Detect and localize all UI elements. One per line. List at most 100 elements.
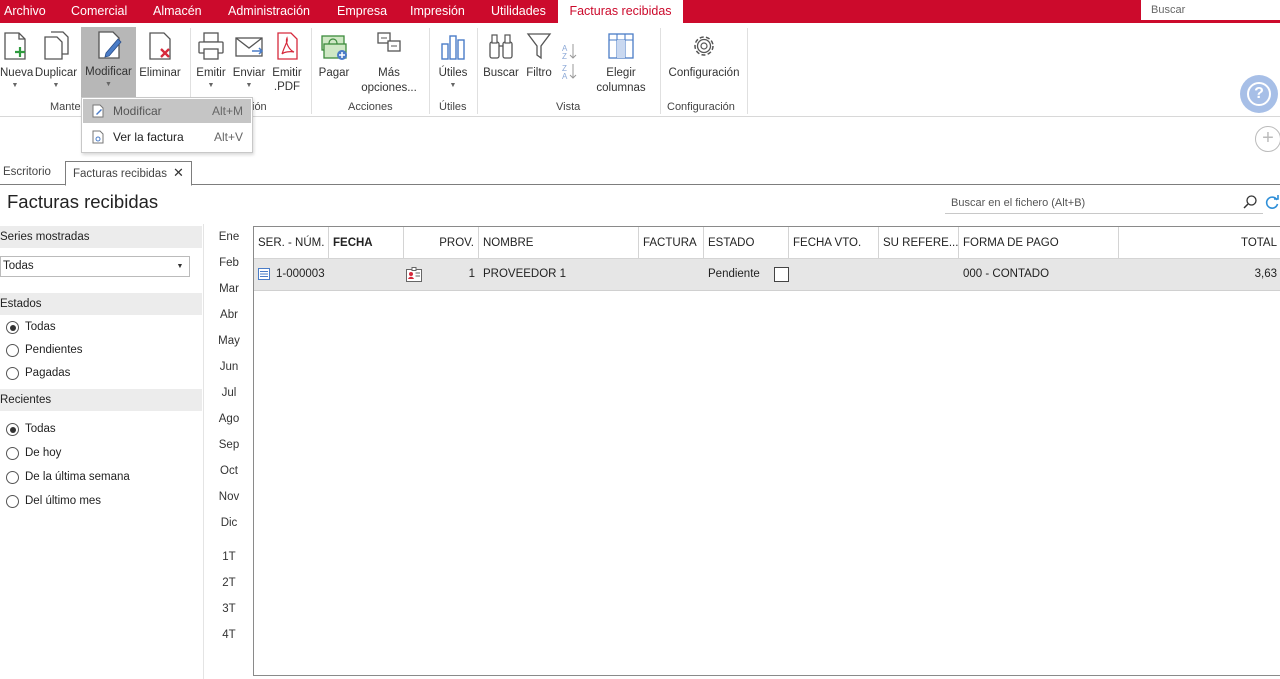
ribbon-separator	[660, 28, 661, 114]
pagar-label: Pagar	[318, 67, 350, 79]
month-jun[interactable]: Jun	[204, 361, 254, 373]
mas-opciones-label: Más opciones...	[355, 66, 423, 96]
table-row[interactable]: 1-000003 1 PROVEEDOR 1 Pendiente 000 - C…	[254, 259, 1280, 291]
radio-circle	[6, 367, 19, 380]
refresh-icon[interactable]	[1264, 194, 1280, 210]
mas-opciones-button[interactable]: Más opciones...	[355, 28, 423, 94]
cell-total: 3,63	[1254, 268, 1277, 280]
month-abr[interactable]: Abr	[204, 309, 254, 321]
column-header-fecha[interactable]: FECHA	[329, 227, 404, 259]
estados-header: Estados	[0, 293, 202, 315]
month-ago[interactable]: Ago	[204, 413, 254, 425]
month-nov[interactable]: Nov	[204, 491, 254, 503]
month-feb[interactable]: Feb	[204, 257, 254, 269]
column-header-su-ref[interactable]: SU REFERE...	[879, 227, 959, 259]
columns-icon	[608, 33, 634, 59]
money-icon	[321, 35, 347, 60]
elegir-columnas-button[interactable]: Elegir columnas	[588, 28, 654, 94]
group-acciones-label: Acciones	[348, 101, 393, 113]
month-oct[interactable]: Oct	[204, 465, 254, 477]
configuracion-label: Configuración	[668, 67, 740, 79]
menu-facturas-recibidas[interactable]: Facturas recibidas	[558, 0, 683, 23]
filtro-button[interactable]: Filtro	[522, 28, 556, 94]
column-header-forma-pago[interactable]: FORMA DE PAGO	[959, 227, 1119, 259]
buscar-button[interactable]: Buscar	[482, 28, 520, 94]
list-icon	[258, 268, 270, 280]
quarter-4t[interactable]: 4T	[204, 629, 254, 641]
modificar-button[interactable]: Modificar ▼	[81, 27, 136, 97]
month-may[interactable]: May	[204, 335, 254, 347]
column-header-prov[interactable]: PROV.	[404, 227, 479, 259]
enviar-button[interactable]: Enviar ▼	[231, 28, 267, 94]
group-emision-label: ión	[252, 101, 267, 113]
enviar-label: Enviar	[232, 67, 266, 79]
elegir-columnas-label: Elegir columnas	[588, 66, 654, 96]
menu-archivo[interactable]: Archivo	[4, 0, 46, 23]
menu-item-shortcut: Alt+M	[211, 104, 243, 118]
utiles-button[interactable]: Útiles ▼	[435, 28, 471, 94]
radio-label: De la última semana	[25, 471, 130, 483]
month-dic[interactable]: Dic	[204, 517, 254, 529]
menu-empresa[interactable]: Empresa	[337, 0, 387, 23]
pagar-button[interactable]: Pagar	[316, 28, 352, 94]
nueva-button[interactable]: Nueva ▼	[0, 28, 34, 94]
menu-administracion[interactable]: Administración	[228, 0, 310, 23]
invoices-grid: SER. - NÚM. FECHA PROV. NOMBRE FACTURA E…	[253, 226, 1280, 676]
menu-almacen[interactable]: Almacén	[153, 0, 202, 23]
search-icon[interactable]	[1242, 194, 1258, 210]
menu-item-ver-factura[interactable]: Ver la factura Alt+V	[83, 125, 251, 149]
column-header-total[interactable]: TOTAL	[1119, 227, 1280, 259]
month-filter: Ene Feb Mar Abr May Jun Jul Ago Sep Oct …	[203, 224, 253, 679]
menu-utilidades[interactable]: Utilidades	[491, 0, 546, 23]
cell-estado: Pendiente	[708, 268, 760, 280]
series-select[interactable]: Todas ▼	[0, 256, 190, 277]
group-vista-label: Vista	[556, 101, 581, 113]
printer-icon	[198, 32, 224, 60]
column-header-nombre[interactable]: NOMBRE	[479, 227, 639, 259]
column-header-estado[interactable]: ESTADO	[704, 227, 789, 259]
ribbon-separator	[429, 28, 430, 114]
new-document-icon	[4, 32, 26, 60]
add-tab-button[interactable]: +	[1255, 126, 1280, 152]
emitir-button[interactable]: Emitir ▼	[193, 28, 229, 94]
view-document-icon	[92, 130, 104, 144]
options-icon	[377, 32, 401, 52]
month-sep[interactable]: Sep	[204, 439, 254, 451]
menu-impresion[interactable]: Impresión	[410, 0, 465, 23]
tab-facturas-recibidas[interactable]: Facturas recibidas ✕	[65, 161, 192, 186]
edit-document-icon	[97, 31, 122, 59]
page-title: Facturas recibidas	[7, 191, 159, 212]
column-header-ser-num[interactable]: SER. - NÚM.	[254, 227, 329, 259]
quarter-1t[interactable]: 1T	[204, 551, 254, 563]
column-header-fecha-vto[interactable]: FECHA VTO.	[789, 227, 879, 259]
month-mar[interactable]: Mar	[204, 283, 254, 295]
menu-item-modificar[interactable]: Modificar Alt+M	[83, 99, 251, 123]
sort-icon[interactable]: A Z Z A	[560, 41, 578, 81]
quarter-2t[interactable]: 2T	[204, 577, 254, 589]
close-icon[interactable]: ✕	[173, 165, 184, 180]
recientes-header: Recientes	[0, 389, 202, 411]
month-ene[interactable]: Ene	[204, 231, 254, 243]
quarter-3t[interactable]: 3T	[204, 603, 254, 615]
menu-item-label: Modificar	[113, 104, 162, 118]
column-header-factura[interactable]: FACTURA	[639, 227, 704, 259]
help-button[interactable]: ?	[1240, 75, 1278, 113]
month-jul[interactable]: Jul	[204, 387, 254, 399]
file-search-input[interactable]	[945, 192, 1263, 214]
menu-bar: Archivo Comercial Almacén Administración…	[0, 0, 1280, 23]
eliminar-button[interactable]: Eliminar	[138, 28, 182, 94]
radio-label: Del último mes	[25, 495, 102, 507]
emitir-pdf-button[interactable]: Emitir .PDF	[269, 28, 305, 94]
chevron-down-icon: ▼	[11, 82, 19, 89]
configuracion-button[interactable]: Configuración	[664, 28, 744, 94]
question-icon: ?	[1247, 82, 1271, 106]
cell-forma-pago: 000 - CONTADO	[963, 268, 1050, 280]
tab-escritorio[interactable]: Escritorio	[3, 161, 51, 185]
nueva-label: Nueva	[0, 67, 34, 79]
radio-label: Pagadas	[25, 367, 71, 379]
estado-checkbox[interactable]	[774, 267, 789, 282]
cell-ser-num: 1-000003	[276, 268, 325, 280]
menu-comercial[interactable]: Comercial	[71, 0, 127, 23]
global-search-input[interactable]	[1141, 0, 1280, 20]
duplicar-button[interactable]: Duplicar ▼	[33, 28, 79, 94]
